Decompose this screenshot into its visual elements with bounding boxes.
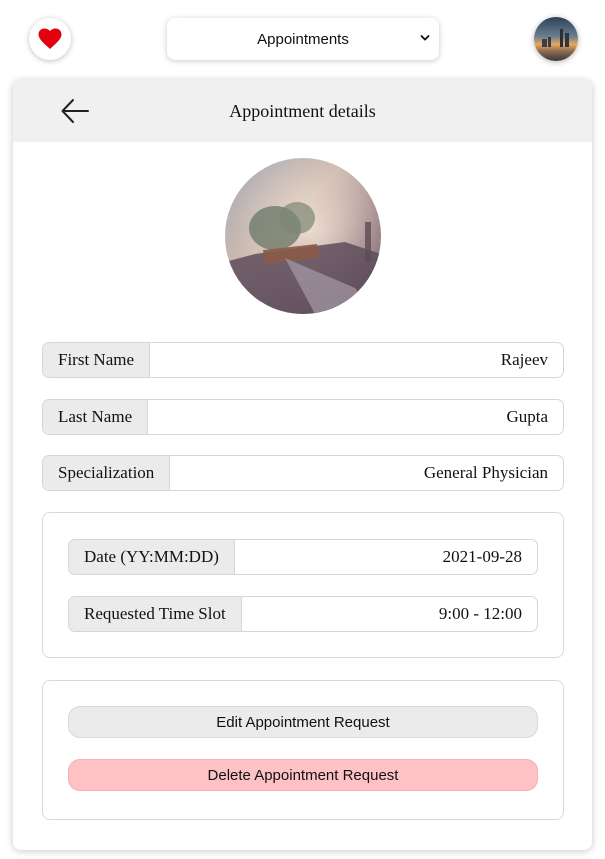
date-label: Date (YY:MM:DD) — [69, 540, 235, 574]
actions-group: Edit Appointment Request Delete Appointm… — [42, 680, 564, 820]
time-slot-label: Requested Time Slot — [69, 597, 242, 631]
profile-image — [225, 158, 381, 314]
first-name-value: Rajeev — [500, 350, 548, 369]
page-title: Appointment details — [229, 101, 376, 121]
heart-icon — [38, 28, 62, 49]
first-name-label: First Name — [43, 343, 151, 377]
specialization-label: Specialization — [43, 456, 171, 490]
appointment-info-group: Date (YY:MM:DD) 2021-09-28 Requested Tim… — [42, 512, 564, 658]
delete-appointment-button[interactable]: Delete Appointment Request — [68, 759, 538, 791]
favorites-button[interactable] — [29, 18, 71, 60]
first-name-field: First Name Rajeev — [42, 342, 564, 378]
time-slot-value: 9:00 - 12:00 — [438, 604, 522, 623]
appointment-details-card: Appointment details First Name Rajeev La… — [13, 80, 592, 850]
top-bar: Appointments — [0, 0, 605, 80]
time-slot-field: Requested Time Slot 9:00 - 12:00 — [68, 596, 538, 632]
page-select-value: Appointments — [257, 30, 349, 48]
date-field: Date (YY:MM:DD) 2021-09-28 — [68, 539, 538, 575]
last-name-label: Last Name — [43, 400, 149, 434]
user-avatar[interactable] — [534, 17, 578, 61]
arrow-left-icon — [61, 99, 89, 123]
page-select-dropdown[interactable]: Appointments — [167, 18, 439, 60]
back-button[interactable] — [59, 96, 91, 126]
date-value: 2021-09-28 — [442, 547, 522, 566]
doctor-profile-photo — [225, 158, 381, 314]
last-name-field: Last Name Gupta — [42, 399, 564, 435]
card-header: Appointment details — [13, 80, 592, 142]
specialization-value: General Physician — [423, 463, 548, 482]
last-name-value: Gupta — [506, 407, 548, 426]
avatar-image — [534, 17, 578, 61]
edit-appointment-button[interactable]: Edit Appointment Request — [68, 706, 538, 738]
chevron-down-icon — [420, 35, 430, 41]
specialization-field: Specialization General Physician — [42, 455, 564, 491]
